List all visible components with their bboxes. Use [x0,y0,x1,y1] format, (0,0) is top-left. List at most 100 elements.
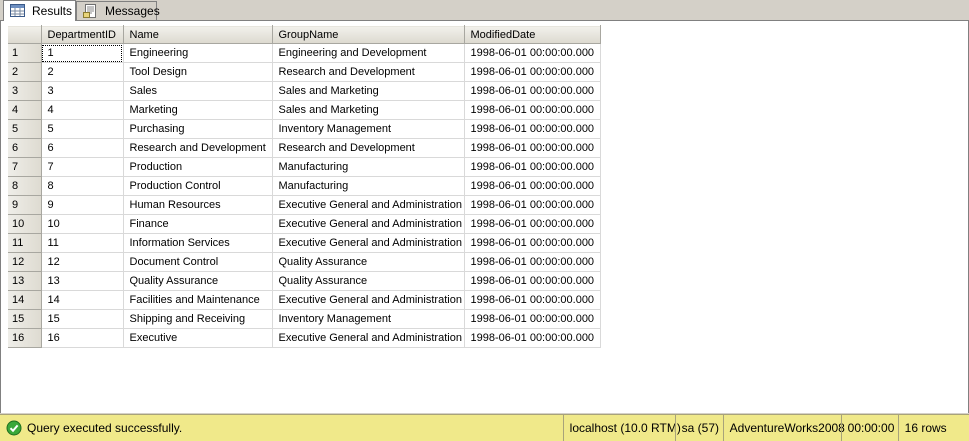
table-row[interactable]: 8 8 Production Control Manufacturing 1998-06… [8,176,601,196]
cell-groupname[interactable]: Quality Assurance [272,271,465,291]
table-row[interactable]: 13 13 Quality Assurance Quality Assurance 19… [8,271,601,291]
cell-modifieddate[interactable]: 1998-06-01 00:00:00.000 [464,157,601,177]
cell-modifieddate[interactable]: 1998-06-01 00:00:00.000 [464,214,601,234]
cell-name[interactable]: Production Control [123,176,273,196]
row-number-cell[interactable]: 8 [8,176,42,196]
cell-name[interactable]: Tool Design [123,62,273,82]
cell-groupname[interactable]: Research and Development [272,62,465,82]
cell-modifieddate[interactable]: 1998-06-01 00:00:00.000 [464,233,601,253]
row-number-cell[interactable]: 10 [8,214,42,234]
row-number-cell[interactable]: 6 [8,138,42,158]
row-number-cell[interactable]: 14 [8,290,42,310]
table-row[interactable]: 4 4 Marketing Sales and Marketing 1998-06-01… [8,100,601,120]
cell-name[interactable]: Engineering [123,43,273,63]
row-number-cell[interactable]: 13 [8,271,42,291]
cell-groupname[interactable]: Sales and Marketing [272,81,465,101]
table-row[interactable]: 5 5 Purchasing Inventory Management 1998-06-… [8,119,601,139]
row-number-cell[interactable]: 3 [8,81,42,101]
column-header-modifieddate[interactable]: ModifiedDate [464,25,601,44]
cell-departmentid[interactable]: 7 [41,157,124,177]
cell-modifieddate[interactable]: 1998-06-01 00:00:00.000 [464,176,601,196]
cell-groupname[interactable]: Research and Development [272,138,465,158]
row-number-cell[interactable]: 12 [8,252,42,272]
cell-modifieddate[interactable]: 1998-06-01 00:00:00.000 [464,62,601,82]
cell-groupname[interactable]: Inventory Management [272,119,465,139]
cell-groupname[interactable]: Executive General and Administration [272,290,465,310]
cell-modifieddate[interactable]: 1998-06-01 00:00:00.000 [464,252,601,272]
cell-departmentid[interactable]: 8 [41,176,124,196]
tab-results[interactable]: Results [3,0,76,21]
cell-name[interactable]: Research and Development [123,138,273,158]
cell-departmentid[interactable]: 10 [41,214,124,234]
row-number-cell[interactable]: 5 [8,119,42,139]
cell-modifieddate[interactable]: 1998-06-01 00:00:00.000 [464,43,601,63]
table-row[interactable]: 3 3 Sales Sales and Marketing 1998-06-01 00:… [8,81,601,101]
cell-groupname[interactable]: Manufacturing [272,157,465,177]
cell-departmentid[interactable]: 13 [41,271,124,291]
cell-groupname[interactable]: Inventory Management [272,309,465,329]
column-header-departmentid[interactable]: DepartmentID [41,25,124,44]
cell-modifieddate[interactable]: 1998-06-01 00:00:00.000 [464,195,601,215]
cell-modifieddate[interactable]: 1998-06-01 00:00:00.000 [464,290,601,310]
cell-modifieddate[interactable]: 1998-06-01 00:00:00.000 [464,328,601,348]
table-row[interactable]: 10 10 Finance Executive General and Adminis… [8,214,601,234]
cell-name[interactable]: Sales [123,81,273,101]
cell-departmentid[interactable]: 4 [41,100,124,120]
cell-name[interactable]: Purchasing [123,119,273,139]
table-row[interactable]: 2 2 Tool Design Research and Development 199… [8,62,601,82]
cell-name[interactable]: Production [123,157,273,177]
cell-groupname[interactable]: Engineering and Development [272,43,465,63]
table-row[interactable]: 16 16 Executive Executive General and Admin… [8,328,601,348]
table-row[interactable]: 15 15 Shipping and Receiving Inventory Mana… [8,309,601,329]
cell-groupname[interactable]: Executive General and Administration [272,328,465,348]
row-number-cell[interactable]: 2 [8,62,42,82]
row-number-cell[interactable]: 11 [8,233,42,253]
cell-name[interactable]: Document Control [123,252,273,272]
results-grid[interactable]: DepartmentID Name GroupName ModifiedDate… [8,25,601,348]
cell-name[interactable]: Finance [123,214,273,234]
cell-departmentid[interactable]: 5 [41,119,124,139]
results-grid-pane[interactable]: DepartmentID Name GroupName ModifiedDate… [0,21,969,413]
table-row[interactable]: 9 9 Human Resources Executive General and A… [8,195,601,215]
cell-name[interactable]: Human Resources [123,195,273,215]
cell-departmentid[interactable]: 3 [41,81,124,101]
cell-name[interactable]: Information Services [123,233,273,253]
cell-departmentid[interactable]: 16 [41,328,124,348]
cell-departmentid[interactable]: 6 [41,138,124,158]
row-number-cell[interactable]: 7 [8,157,42,177]
row-number-cell[interactable]: 16 [8,328,42,348]
cell-modifieddate[interactable]: 1998-06-01 00:00:00.000 [464,119,601,139]
cell-groupname[interactable]: Quality Assurance [272,252,465,272]
cell-departmentid[interactable]: 9 [41,195,124,215]
table-row[interactable]: 12 12 Document Control Quality Assurance 199… [8,252,601,272]
column-header-groupname[interactable]: GroupName [272,25,465,44]
table-row[interactable]: 11 11 Information Services Executive Genera… [8,233,601,253]
cell-groupname[interactable]: Executive General and Administration [272,233,465,253]
cell-name[interactable]: Executive [123,328,273,348]
table-row[interactable]: 7 7 Production Manufacturing 1998-06-01 00:0… [8,157,601,177]
row-number-cell[interactable]: 9 [8,195,42,215]
cell-modifieddate[interactable]: 1998-06-01 00:00:00.000 [464,100,601,120]
cell-departmentid[interactable]: 12 [41,252,124,272]
cell-departmentid[interactable]: 1 [41,43,124,63]
cell-departmentid[interactable]: 2 [41,62,124,82]
grid-corner-cell[interactable] [8,25,42,44]
cell-groupname[interactable]: Manufacturing [272,176,465,196]
cell-departmentid[interactable]: 11 [41,233,124,253]
table-row[interactable]: 1 1 Engineering Engineering and Development… [8,43,601,63]
cell-groupname[interactable]: Sales and Marketing [272,100,465,120]
cell-groupname[interactable]: Executive General and Administration [272,195,465,215]
row-number-cell[interactable]: 1 [8,43,42,63]
cell-name[interactable]: Marketing [123,100,273,120]
cell-modifieddate[interactable]: 1998-06-01 00:00:00.000 [464,138,601,158]
cell-groupname[interactable]: Executive General and Administration [272,214,465,234]
column-header-name[interactable]: Name [123,25,273,44]
row-number-cell[interactable]: 4 [8,100,42,120]
cell-modifieddate[interactable]: 1998-06-01 00:00:00.000 [464,309,601,329]
row-number-cell[interactable]: 15 [8,309,42,329]
table-row[interactable]: 6 6 Research and Development Research and D… [8,138,601,158]
tab-messages[interactable]: Messages [76,1,160,20]
table-row[interactable]: 14 14 Facilities and Maintenance Executive … [8,290,601,310]
cell-departmentid[interactable]: 15 [41,309,124,329]
cell-modifieddate[interactable]: 1998-06-01 00:00:00.000 [464,271,601,291]
